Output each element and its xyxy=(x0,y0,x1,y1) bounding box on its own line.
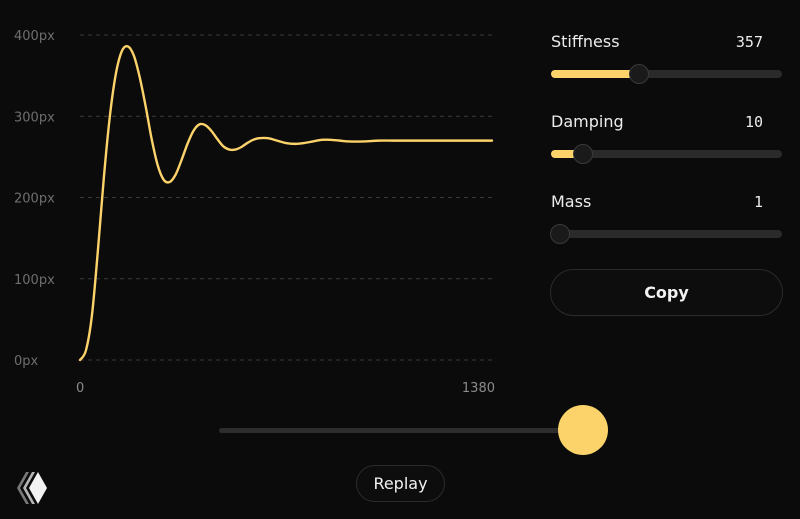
stiffness-slider-fill xyxy=(551,70,639,78)
y-tick-label: 0px xyxy=(14,354,39,369)
y-tick-label: 300px xyxy=(14,110,55,125)
mass-slider-thumb[interactable] xyxy=(550,224,570,244)
mass-label: Mass xyxy=(551,192,592,211)
mass-slider[interactable] xyxy=(550,224,782,244)
time-scrubber-track[interactable] xyxy=(219,428,587,433)
stiffness-label: Stiffness xyxy=(551,32,620,51)
spring-visualizer: 0px 100px 200px 300px 400px 0 1380 Stiffness … xyxy=(0,0,800,519)
x-tick-label: 0 xyxy=(76,381,84,396)
spring-curve xyxy=(78,45,494,362)
damping-slider[interactable] xyxy=(551,144,782,164)
spring-chart: 0px 100px 200px 300px 400px 0 1380 xyxy=(14,29,495,396)
stiffness-value: 357 xyxy=(735,33,763,51)
replay-button[interactable]: Replay xyxy=(356,465,445,502)
x-tick-label: 1380 xyxy=(462,381,495,396)
y-axis-ticks: 0px 100px 200px 300px 400px xyxy=(14,29,55,369)
y-tick-label: 100px xyxy=(14,273,55,288)
damping-label: Damping xyxy=(551,112,624,131)
y-tick-label: 200px xyxy=(14,192,55,207)
copy-button[interactable]: Copy xyxy=(550,269,783,316)
y-tick-label: 400px xyxy=(14,29,55,44)
stiffness-slider[interactable] xyxy=(551,64,782,84)
damping-value: 10 xyxy=(744,113,763,131)
mass-value: 1 xyxy=(753,193,763,211)
x-axis-ticks: 0 1380 xyxy=(76,381,495,396)
stiffness-slider-thumb[interactable] xyxy=(628,64,649,84)
damping-slider-thumb[interactable] xyxy=(573,144,594,164)
chevrons-logo-icon xyxy=(17,472,47,504)
time-scrubber-thumb[interactable] xyxy=(558,405,608,455)
